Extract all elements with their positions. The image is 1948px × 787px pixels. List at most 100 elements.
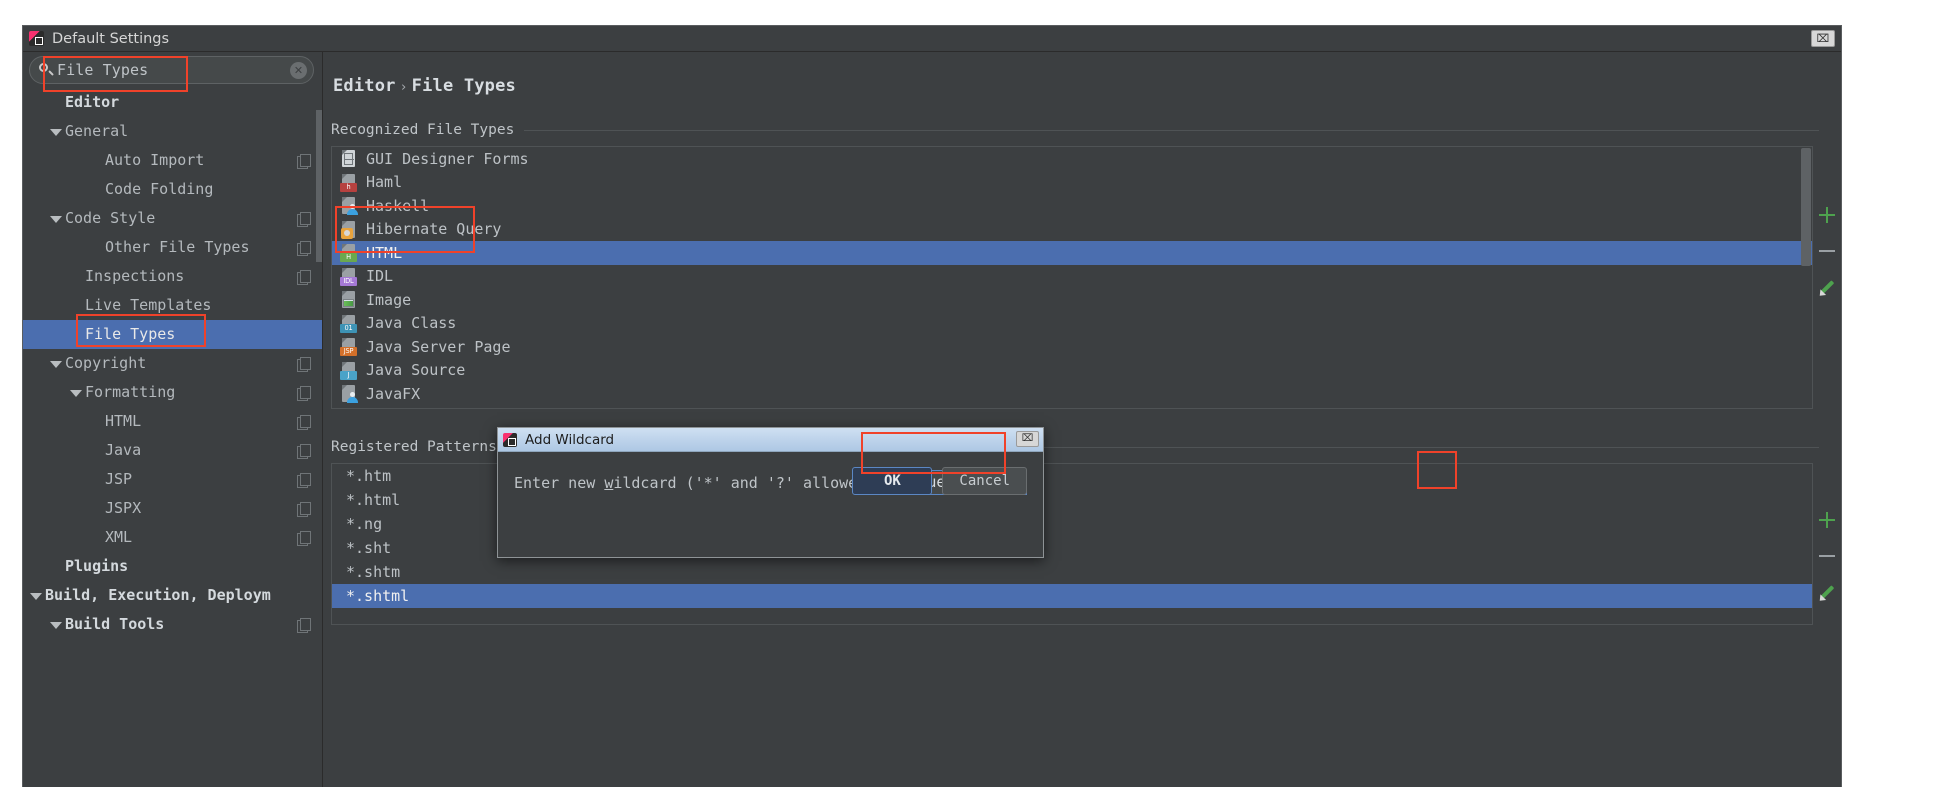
file-type-row[interactable]: H HTML — [332, 241, 1812, 265]
file-type-icon — [340, 220, 357, 239]
file-type-row[interactable]: h Haml — [332, 171, 1812, 195]
file-type-row[interactable]: Image — [332, 288, 1812, 312]
file-type-row[interactable]: JSP Java Server Page — [332, 335, 1812, 359]
file-type-name: Haskell — [366, 196, 430, 215]
settings-main-panel: Editor › File Types Recognized File Types … — [323, 52, 1841, 787]
clear-search-icon[interactable]: ✕ — [290, 62, 307, 79]
sidebar-item-html[interactable]: HTML — [23, 407, 322, 436]
sidebar-item-editor[interactable]: Editor — [23, 88, 322, 117]
cancel-button[interactable]: Cancel — [942, 467, 1027, 495]
add-pattern-button[interactable] — [1814, 507, 1840, 533]
sidebar-item-file-types[interactable]: File Types — [23, 320, 322, 349]
sidebar-item-build-tools[interactable]: Build Tools — [23, 610, 322, 639]
file-type-row[interactable]: GUI Designer Forms — [332, 147, 1812, 171]
ok-button[interactable]: OK — [852, 467, 933, 495]
search-input[interactable]: File Types ✕ — [29, 56, 314, 84]
dialog-buttons: OK Cancel — [852, 467, 1027, 495]
copy-settings-icon[interactable] — [297, 444, 311, 459]
file-type-icon — [340, 290, 357, 309]
sidebar-item-code-folding[interactable]: Code Folding — [23, 175, 322, 204]
prompt-after: ildcard ('*' and '?' allowed): — [613, 473, 885, 492]
search-input-value: File Types — [57, 61, 149, 79]
edit-file-type-button[interactable] — [1814, 274, 1840, 300]
sidebar-item-auto-import[interactable]: Auto Import — [23, 146, 322, 175]
settings-tree[interactable]: Editor General Auto Import Code Folding Code… — [23, 88, 322, 787]
pattern-name: *.ng — [346, 515, 383, 533]
copy-settings-icon[interactable] — [297, 154, 311, 169]
sidebar-item-jsp[interactable]: JSP — [23, 465, 322, 494]
prompt-mnemonic: w — [604, 473, 614, 492]
pattern-row[interactable]: *.shtm — [332, 560, 1812, 584]
pencil-icon — [1819, 584, 1835, 600]
dialog-close-button[interactable]: ⌧ — [1016, 431, 1039, 447]
app-logo-icon — [503, 432, 517, 447]
remove-pattern-button[interactable] — [1814, 543, 1840, 569]
pencil-icon — [1819, 279, 1835, 295]
edit-pattern-button[interactable] — [1814, 579, 1840, 605]
remove-file-type-button[interactable] — [1814, 238, 1840, 264]
recognized-file-types-title: Recognized File Types — [331, 122, 515, 138]
pattern-row[interactable]: *.shtml — [332, 584, 1812, 608]
chevron-down-icon[interactable] — [49, 125, 62, 138]
chevron-down-icon[interactable] — [49, 357, 62, 370]
file-type-row[interactable]: JavaFX — [332, 382, 1812, 406]
copy-settings-icon[interactable] — [297, 357, 311, 372]
sidebar-item-jspx[interactable]: JSPX — [23, 494, 322, 523]
file-type-icon: 01 — [340, 314, 357, 333]
dialog-titlebar: Add Wildcard ⌧ — [498, 428, 1043, 452]
file-type-name: Hibernate Query — [366, 220, 502, 239]
sidebar-item-live-templates[interactable]: Live Templates — [23, 291, 322, 320]
copy-settings-icon[interactable] — [297, 473, 311, 488]
add-file-type-button[interactable] — [1814, 202, 1840, 228]
chevron-down-icon[interactable] — [69, 386, 82, 399]
copy-settings-icon[interactable] — [297, 618, 311, 633]
file-type-row[interactable]: J Java Source — [332, 359, 1812, 383]
sidebar-item-label: JSPX — [105, 499, 142, 517]
chevron-down-icon[interactable] — [49, 212, 62, 225]
sidebar-item-formatting[interactable]: Formatting — [23, 378, 322, 407]
file-type-name: Java Server Page — [366, 337, 511, 356]
copy-settings-icon[interactable] — [297, 531, 311, 546]
copy-settings-icon[interactable] — [297, 502, 311, 517]
file-type-row[interactable]: 01 Java Class — [332, 312, 1812, 336]
file-type-row[interactable]: IDL IDL — [332, 265, 1812, 289]
copy-settings-icon[interactable] — [297, 212, 311, 227]
registered-patterns-title: Registered Patterns — [331, 439, 497, 455]
sidebar-item-code-style[interactable]: Code Style — [23, 204, 322, 233]
window-close-button[interactable]: ⌧ — [1811, 30, 1835, 47]
sidebar-item-xml[interactable]: XML — [23, 523, 322, 552]
sidebar-item-label: Inspections — [85, 267, 185, 285]
sidebar-item-copyright[interactable]: Copyright — [23, 349, 322, 378]
file-type-row[interactable]: Haskell — [332, 194, 1812, 218]
file-type-icon: H — [340, 243, 357, 263]
sidebar-item-plugins[interactable]: Plugins — [23, 552, 322, 581]
sidebar-item-general[interactable]: General — [23, 117, 322, 146]
chevron-down-icon[interactable] — [49, 618, 62, 631]
sidebar-item-label: File Types — [85, 325, 176, 343]
sidebar-item-build-execution-deploym[interactable]: Build, Execution, Deploym — [23, 581, 322, 610]
copy-settings-icon[interactable] — [297, 270, 311, 285]
copy-settings-icon[interactable] — [297, 386, 311, 401]
chevron-down-icon[interactable] — [29, 589, 42, 602]
sidebar-item-label: HTML — [105, 412, 142, 430]
file-type-name: Java Source — [366, 361, 466, 380]
copy-settings-icon[interactable] — [297, 241, 311, 256]
sidebar-item-label: Other File Types — [105, 238, 250, 256]
file-type-icon: h — [340, 173, 357, 192]
window-titlebar: Default Settings ⌧ — [23, 26, 1841, 52]
file-type-icon: JSP — [340, 337, 357, 357]
copy-settings-icon[interactable] — [297, 415, 311, 430]
sidebar-scrollbar-thumb[interactable] — [316, 110, 322, 262]
pattern-name: *.html — [346, 491, 401, 509]
sidebar-item-java[interactable]: Java — [23, 436, 322, 465]
recognized-toolbar — [1813, 202, 1841, 310]
recognized-scrollbar[interactable] — [1801, 148, 1811, 407]
sidebar-item-inspections[interactable]: Inspections — [23, 262, 322, 291]
sidebar-item-label: JSP — [105, 470, 133, 488]
breadcrumb-leaf: File Types — [411, 76, 516, 96]
sidebar-item-other-file-types[interactable]: Other File Types — [23, 233, 322, 262]
recognized-file-types-list[interactable]: GUI Designer Forms h Haml Haskell Hibernate … — [331, 146, 1813, 409]
recognized-scrollbar-thumb[interactable] — [1801, 148, 1811, 266]
file-type-row[interactable]: Hibernate Query — [332, 218, 1812, 242]
sidebar-item-label: Copyright — [65, 354, 147, 372]
